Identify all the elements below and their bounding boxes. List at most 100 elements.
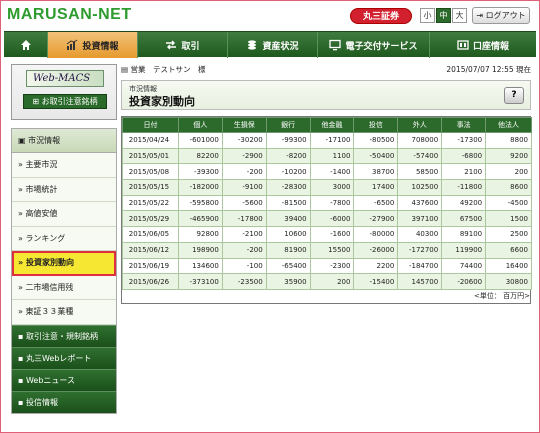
table-container: 日付 個人 生損保 銀行 他金融 投信 外人 事法 他法人 2015/04/24 -601000-… (121, 116, 532, 304)
sidebar-group-label: 丸三Webレポート (25, 353, 92, 363)
value-cell: 200 (485, 163, 532, 181)
value-cell: -601000 (177, 132, 223, 149)
value-cell: 16400 (485, 257, 532, 275)
nav-label: 投資情報 (82, 41, 119, 52)
web-macs-banner[interactable]: Web-MACS ⊞ お取引注意銘柄 (11, 64, 117, 120)
value-cell: -1400 (309, 163, 355, 181)
value-cell: 17400 (353, 179, 399, 196)
value-cell: -99300 (265, 132, 311, 149)
font-size-large-button[interactable]: 大 (452, 8, 467, 23)
nav-account[interactable]: 口座情報 (430, 32, 536, 58)
value-cell: 38700 (353, 163, 399, 181)
table-row: 2015/05/01 82200 -2900 -8200 1100 -50400 -5740… (122, 147, 532, 165)
nav-label: 口座情報 (472, 41, 509, 52)
value-cell: -7800 (309, 194, 355, 212)
value-cell: -80500 (353, 132, 399, 149)
column-header: 他金融 (309, 117, 355, 133)
logout-button[interactable]: ⇥ ログアウト (472, 7, 530, 24)
sidebar-group-report[interactable]: ▪ 丸三Webレポート (12, 346, 116, 369)
sidebar-item-ranking[interactable]: » ランキング (12, 226, 116, 251)
value-cell: 82200 (177, 147, 223, 165)
column-header: 外人 (397, 117, 443, 133)
value-cell: -6000 (309, 210, 355, 228)
value-cell: -15400 (353, 273, 399, 290)
sidebar-item-label: 東証３３業種 (25, 307, 74, 316)
font-size-medium-button[interactable]: 中 (436, 8, 451, 23)
date-cell: 2015/06/19 (122, 257, 179, 275)
date-cell: 2015/05/01 (122, 147, 179, 165)
sidebar-item-margin-balance[interactable]: » 二市場信用残 (12, 275, 116, 300)
nav-home[interactable] (4, 32, 48, 58)
value-cell: -100 (221, 257, 267, 275)
sidebar-group-news[interactable]: ▪ Webニュース (12, 368, 116, 391)
value-cell: -6500 (353, 194, 399, 212)
sidebar-item-market-stats[interactable]: » 市場統計 (12, 177, 116, 202)
sidebar-item-label: 投資家別動向 (25, 258, 74, 267)
home-icon (20, 40, 31, 50)
value-cell: -200 (221, 163, 267, 181)
value-cell: 145700 (397, 273, 443, 290)
column-header: 銀行 (265, 117, 311, 133)
date-cell: 2015/06/26 (122, 273, 179, 290)
value-cell: 2500 (485, 226, 532, 243)
nav-trade[interactable]: 取引 (138, 32, 228, 58)
table-row: 2015/05/29 -465900 -17800 39400 -6000 -27900 3… (122, 210, 532, 228)
value-cell: -57400 (397, 147, 443, 165)
value-cell: 30800 (485, 273, 532, 290)
sidebar-item-tse33[interactable]: » 東証３３業種 (12, 300, 116, 325)
value-cell: -81500 (265, 194, 311, 212)
column-header: 日付 (122, 117, 179, 133)
nav-e-delivery[interactable]: 電子交付サービス (318, 32, 430, 58)
value-cell: -184700 (397, 257, 443, 275)
date-cell: 2015/05/22 (122, 194, 179, 212)
font-size-small-button[interactable]: 小 (420, 8, 435, 23)
value-cell: -10200 (265, 163, 311, 181)
main-nav: 投資情報 取引 資産状況 電子交付サービス 口座情報 (4, 31, 536, 58)
value-cell: -23500 (221, 273, 267, 290)
sidebar-group-regulated[interactable]: ▪ 取引注意・規制銘柄 (12, 324, 116, 347)
web-macs-logo: Web-MACS (26, 70, 104, 87)
value-cell: -4500 (485, 194, 532, 212)
chart-icon (67, 39, 78, 50)
sidebar-item-investor-trends[interactable]: » 投資家別動向 (12, 251, 116, 276)
value-cell: 437600 (397, 194, 443, 212)
column-header: 他法人 (485, 117, 532, 133)
timestamp: 2015/07/07 12:55 現在 (446, 65, 531, 74)
value-cell: -17300 (441, 132, 487, 149)
value-cell: 134600 (177, 257, 223, 275)
value-cell: 35900 (265, 273, 311, 290)
nav-investment-info[interactable]: 投資情報 (48, 32, 138, 58)
account-label: 営業 テストサン 様 (130, 65, 206, 74)
sidebar-item-label: 二市場信用残 (25, 282, 74, 292)
value-cell: -2900 (221, 147, 267, 165)
sidebar-group-funds[interactable]: ▪ 投信情報 (12, 390, 116, 413)
caution-stocks-button[interactable]: ⊞ お取引注意銘柄 (23, 94, 107, 109)
value-cell: -1600 (309, 226, 355, 243)
value-cell: 1100 (309, 147, 355, 165)
sidebar-item-label: ランキング (25, 233, 66, 243)
value-cell: -27900 (353, 210, 399, 228)
value-cell: -39300 (177, 163, 223, 181)
site-logo[interactable]: MARUSAN-NET (7, 6, 132, 24)
investor-trends-table: 日付 個人 生損保 銀行 他金融 投信 外人 事法 他法人 2015/04/24 -601000-… (122, 117, 532, 290)
value-cell: 1500 (485, 210, 532, 228)
exchange-arrows-icon (166, 40, 177, 50)
sidebar-item-major-market[interactable]: » 主要市況 (12, 153, 116, 178)
table-row: 2015/06/12 198900 -200 81900 15500 -26000 -172… (122, 241, 532, 259)
value-cell: 39400 (265, 210, 311, 228)
value-cell: 2200 (353, 257, 399, 275)
nav-assets[interactable]: 資産状況 (228, 32, 318, 58)
value-cell: 198900 (177, 241, 223, 259)
table-row: 2015/05/08 -39300 -200 -10200 -1400 38700 5850… (122, 163, 532, 181)
value-cell: -26000 (353, 241, 399, 259)
table-row: 2015/06/05 92800 -2100 10600 -1600 -80000 4030… (122, 226, 532, 243)
value-cell: -28300 (265, 179, 311, 196)
value-cell: 119900 (441, 241, 487, 259)
sidebar-section-header: ▣ 市況情報 (12, 129, 116, 153)
help-button[interactable]: ? (504, 87, 524, 104)
value-cell: -11800 (441, 179, 487, 196)
value-cell: -17800 (221, 210, 267, 228)
sidebar-item-high-low[interactable]: » 高値安値 (12, 202, 116, 227)
value-cell: -5600 (221, 194, 267, 212)
value-cell: 3000 (309, 179, 355, 196)
